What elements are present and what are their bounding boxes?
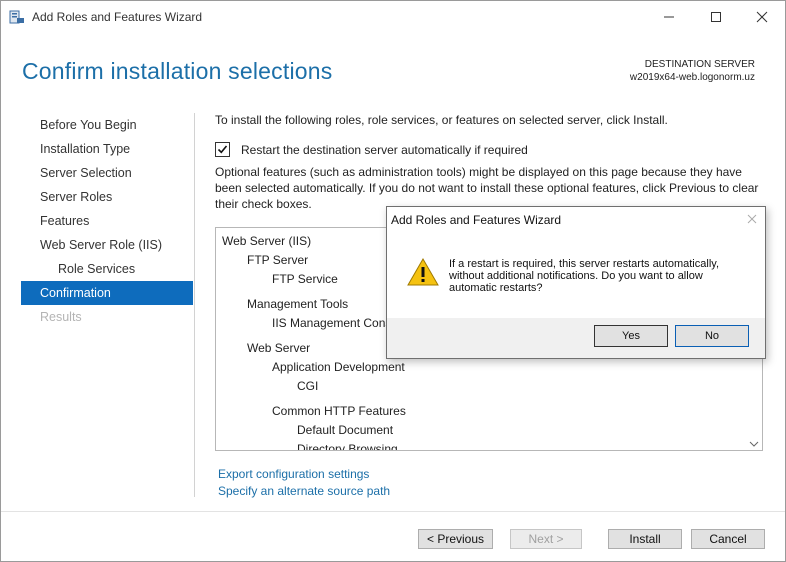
export-configuration-link[interactable]: Export configuration settings [218,467,369,481]
page-title: Confirm installation selections [22,58,333,84]
install-button[interactable]: Install [608,529,682,549]
wizard-nav: Before You Begin Installation Type Serve… [21,113,193,329]
nav-item-server-roles[interactable]: Server Roles [21,185,193,209]
yes-button[interactable]: Yes [594,325,668,347]
intro-text: To install the following roles, role ser… [215,113,668,127]
dialog-title: Add Roles and Features Wizard [391,213,562,227]
previous-button[interactable]: < Previous [418,529,493,549]
close-icon[interactable] [739,1,785,33]
nav-divider [194,113,195,497]
nav-item-features[interactable]: Features [21,209,193,233]
scroll-down-icon[interactable] [749,438,759,448]
list-item: Web Server (IIS) [222,234,312,248]
cancel-button[interactable]: Cancel [691,529,765,549]
footer-divider [1,511,785,512]
restart-confirm-dialog: Add Roles and Features Wizard If a resta… [386,206,766,359]
minimize-icon[interactable] [646,1,692,33]
maximize-icon[interactable] [693,1,739,33]
restart-label: Restart the destination server automatic… [241,142,528,157]
dialog-message: If a restart is required, this server re… [449,258,719,294]
server-manager-icon [9,9,25,25]
list-item: Default Document [297,423,394,437]
window-title: Add Roles and Features Wizard [32,10,203,24]
checkmark-icon [217,145,228,154]
list-item: CGI [297,379,319,393]
no-button[interactable]: No [675,325,749,347]
nav-item-installation-type[interactable]: Installation Type [21,137,193,161]
list-item: Web Server [247,341,311,355]
restart-option[interactable]: Restart the destination server automatic… [215,142,528,157]
warning-icon [407,257,439,287]
nav-item-server-selection[interactable]: Server Selection [21,161,193,185]
list-item: Management Tools [247,297,349,311]
alternate-source-link[interactable]: Specify an alternate source path [218,484,390,498]
list-item: FTP Server [247,253,309,267]
list-item: Common HTTP Features [272,404,406,418]
restart-checkbox[interactable] [215,142,230,157]
list-item: Application Development [272,360,405,374]
optional-features-note: Optional features (such as administratio… [215,165,759,211]
list-item: FTP Service [272,272,338,286]
nav-item-web-server-role[interactable]: Web Server Role (IIS) [21,233,193,257]
title-bar[interactable]: Add Roles and Features Wizard [1,1,785,33]
next-button: Next > [510,529,582,549]
destination-server-label: DESTINATION SERVER [644,59,755,70]
list-item: Directory Browsing [297,442,398,451]
nav-item-results: Results [40,310,82,324]
nav-item-role-services[interactable]: Role Services [21,257,193,281]
destination-server-name: w2019x64-web.logonorm.uz [629,72,755,83]
nav-item-confirmation[interactable]: Confirmation [21,281,193,305]
wizard-window: Add Roles and Features Wizard Confirm in… [0,0,786,562]
nav-item-before-you-begin[interactable]: Before You Begin [21,113,193,137]
dialog-close-icon[interactable] [747,212,757,227]
